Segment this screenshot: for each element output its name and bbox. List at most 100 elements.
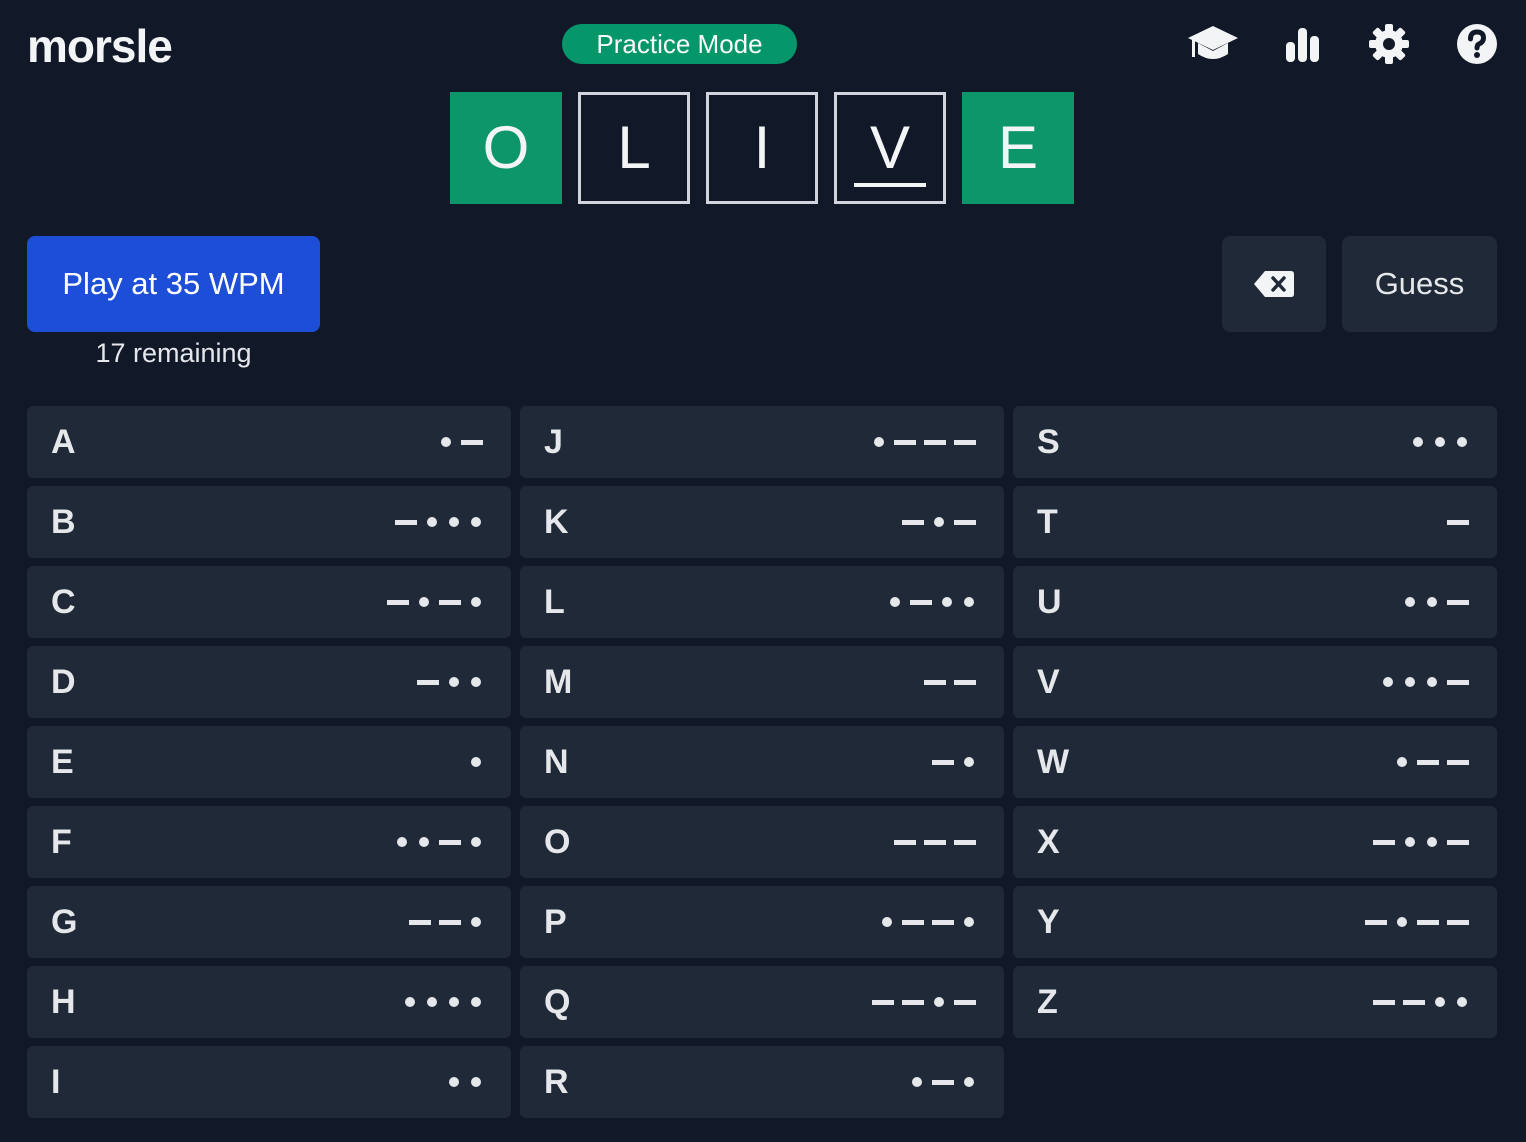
tile-letter: O bbox=[482, 114, 530, 181]
gear-icon[interactable] bbox=[1362, 18, 1416, 70]
morse-key-y[interactable]: Y bbox=[1013, 886, 1497, 958]
key-letter: H bbox=[51, 982, 76, 1021]
key-letter: B bbox=[51, 502, 76, 541]
graduation-cap-icon[interactable] bbox=[1186, 18, 1240, 70]
morse-dot bbox=[471, 997, 481, 1007]
morse-dot bbox=[419, 597, 429, 607]
morse-dot bbox=[471, 517, 481, 527]
key-letter: R bbox=[544, 1062, 569, 1101]
morse-key-o[interactable]: O bbox=[520, 806, 1004, 878]
key-letter: T bbox=[1037, 502, 1058, 541]
key-letter: E bbox=[51, 742, 74, 781]
morse-dot bbox=[419, 837, 429, 847]
morse-dash bbox=[954, 839, 976, 845]
morse-code bbox=[890, 839, 980, 845]
stats-bars-icon[interactable] bbox=[1276, 18, 1330, 70]
morse-dot bbox=[449, 517, 459, 527]
morse-key-d[interactable]: D bbox=[27, 646, 511, 718]
morse-dot bbox=[964, 757, 974, 767]
morse-dot bbox=[1427, 677, 1437, 687]
key-letter: Z bbox=[1037, 982, 1058, 1021]
tile-letter: L bbox=[617, 114, 651, 181]
morse-key-b[interactable]: B bbox=[27, 486, 511, 558]
morse-dot bbox=[1457, 437, 1467, 447]
morse-key-n[interactable]: N bbox=[520, 726, 1004, 798]
morse-dot bbox=[1457, 997, 1467, 1007]
key-letter: Q bbox=[544, 982, 571, 1021]
morse-dot bbox=[441, 437, 451, 447]
guess-button[interactable]: Guess bbox=[1342, 236, 1497, 332]
morse-key-z[interactable]: Z bbox=[1013, 966, 1497, 1038]
morse-key-i[interactable]: I bbox=[27, 1046, 511, 1118]
key-letter: N bbox=[544, 742, 569, 781]
backspace-button[interactable] bbox=[1222, 236, 1326, 332]
backspace-icon bbox=[1254, 271, 1294, 297]
morse-key-s[interactable]: S bbox=[1013, 406, 1497, 478]
morse-dot bbox=[874, 437, 884, 447]
morse-code bbox=[868, 437, 980, 447]
morse-dash bbox=[924, 439, 946, 445]
morse-code bbox=[1443, 519, 1473, 525]
morse-dash bbox=[439, 599, 461, 605]
morse-dot bbox=[942, 597, 952, 607]
help-icon[interactable] bbox=[1450, 18, 1504, 70]
morse-dash bbox=[1447, 919, 1469, 925]
morse-dot bbox=[1405, 597, 1415, 607]
morse-dash bbox=[894, 439, 916, 445]
morse-key-w[interactable]: W bbox=[1013, 726, 1497, 798]
morse-key-g[interactable]: G bbox=[27, 886, 511, 958]
morse-dot bbox=[471, 837, 481, 847]
key-letter: P bbox=[544, 902, 567, 941]
remaining-count: 17 remaining bbox=[95, 338, 252, 368]
morse-dot bbox=[449, 1077, 459, 1087]
morse-code bbox=[884, 597, 980, 607]
mode-badge[interactable]: Practice Mode bbox=[562, 24, 797, 64]
morse-dot bbox=[427, 517, 437, 527]
morse-dash bbox=[902, 919, 924, 925]
morse-key-j[interactable]: J bbox=[520, 406, 1004, 478]
morse-key-q[interactable]: Q bbox=[520, 966, 1004, 1038]
key-letter: S bbox=[1037, 422, 1060, 461]
key-letter: M bbox=[544, 662, 573, 701]
morse-dash bbox=[932, 759, 954, 765]
morse-key-r[interactable]: R bbox=[520, 1046, 1004, 1118]
morse-key-t[interactable]: T bbox=[1013, 486, 1497, 558]
play-button[interactable]: Play at 35 WPM bbox=[27, 236, 320, 332]
key-letter: A bbox=[51, 422, 76, 461]
morse-code bbox=[413, 677, 487, 687]
morse-key-a[interactable]: A bbox=[27, 406, 511, 478]
morse-code bbox=[391, 837, 487, 847]
morse-key-u[interactable]: U bbox=[1013, 566, 1497, 638]
morse-key-x[interactable]: X bbox=[1013, 806, 1497, 878]
morse-key-v[interactable]: V bbox=[1013, 646, 1497, 718]
morse-dot bbox=[1405, 837, 1415, 847]
morse-dot bbox=[405, 997, 415, 1007]
key-letter: K bbox=[544, 502, 569, 541]
morse-key-e[interactable]: E bbox=[27, 726, 511, 798]
morse-dot bbox=[964, 917, 974, 927]
morse-code bbox=[1391, 757, 1473, 767]
morse-dash bbox=[461, 439, 483, 445]
tile-1: O bbox=[450, 92, 562, 204]
morse-dot bbox=[964, 1077, 974, 1087]
morse-dash bbox=[1447, 759, 1469, 765]
morse-dash bbox=[910, 599, 932, 605]
morse-key-h[interactable]: H bbox=[27, 966, 511, 1038]
morse-dot bbox=[934, 997, 944, 1007]
morse-key-k[interactable]: K bbox=[520, 486, 1004, 558]
morse-key-p[interactable]: P bbox=[520, 886, 1004, 958]
key-letter: C bbox=[51, 582, 76, 621]
morse-dot bbox=[471, 757, 481, 767]
morse-dash bbox=[1447, 519, 1469, 525]
morse-key-c[interactable]: C bbox=[27, 566, 511, 638]
morse-dash bbox=[902, 519, 924, 525]
morse-key-l[interactable]: L bbox=[520, 566, 1004, 638]
morse-code bbox=[1407, 437, 1473, 447]
tile-3: I bbox=[706, 92, 818, 204]
morse-key-f[interactable]: F bbox=[27, 806, 511, 878]
morse-dot bbox=[471, 597, 481, 607]
morse-dot bbox=[964, 597, 974, 607]
key-letter: O bbox=[544, 822, 571, 861]
morse-code bbox=[1361, 917, 1473, 927]
morse-key-m[interactable]: M bbox=[520, 646, 1004, 718]
